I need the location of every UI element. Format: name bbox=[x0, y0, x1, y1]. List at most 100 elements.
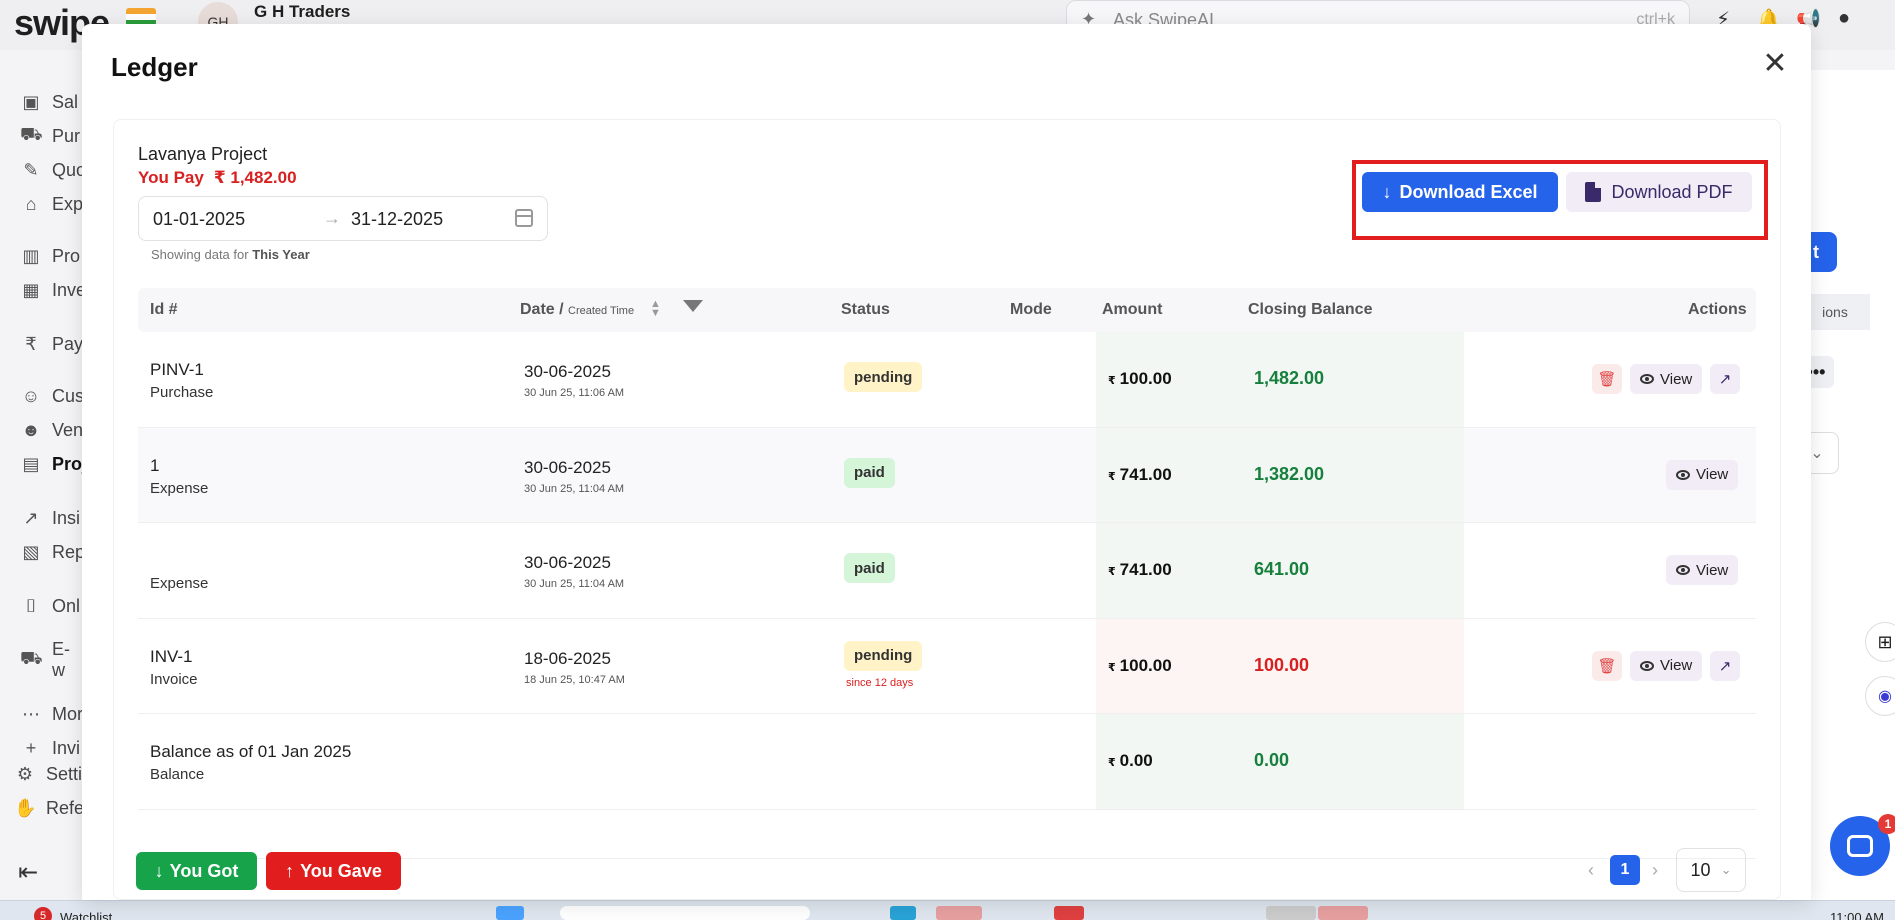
close-icon[interactable]: ✕ bbox=[1758, 46, 1792, 80]
arrow-down-icon: ↓ bbox=[154, 860, 164, 881]
date-to-input[interactable]: 31-12-2025 bbox=[351, 209, 443, 230]
row-id: Balance as of 01 Jan 2025 bbox=[150, 742, 352, 761]
you-got-button[interactable]: ↓ You Got bbox=[136, 852, 257, 890]
row-date: 30-06-2025 bbox=[524, 457, 611, 477]
status-since: since 12 days bbox=[846, 676, 914, 689]
you-pay-label: You Pay bbox=[138, 168, 204, 187]
external-link-icon[interactable]: ↗ bbox=[1710, 364, 1740, 394]
chevron-down-icon: ⌄ bbox=[1720, 862, 1732, 877]
calendar-icon[interactable] bbox=[515, 209, 533, 227]
chevron-left-icon[interactable]: ‹ bbox=[1588, 860, 1594, 881]
sidebar-item-purchase[interactable]: ⛟ Pur bbox=[20, 124, 80, 148]
sidebar-item-quotation[interactable]: ✎ Quo bbox=[20, 158, 86, 182]
taskbar-app-icon[interactable] bbox=[1266, 906, 1316, 920]
sales-icon: ▣ bbox=[22, 91, 40, 112]
sidebar-item-expense[interactable]: ⌂ Exp bbox=[20, 192, 83, 216]
you-gave-button[interactable]: ↑ You Gave bbox=[266, 852, 401, 890]
settings-icon: ⚙ bbox=[16, 763, 34, 784]
sidebar-item-payments[interactable]: ₹ Pay bbox=[20, 332, 83, 356]
taskbar-app-icon[interactable] bbox=[1054, 906, 1084, 920]
sidebar-item-reports[interactable]: ▧ Rep bbox=[20, 540, 85, 564]
sidebar-item-refer[interactable]: ✋ Refe bbox=[14, 796, 84, 820]
sidebar-item-invite[interactable]: + Invi bbox=[20, 736, 80, 760]
table-row[interactable]: PINV-1 Purchase 30-06-2025 30 Jun 25, 11… bbox=[138, 332, 1756, 428]
taskbar-app-icon[interactable] bbox=[1318, 906, 1368, 920]
refer-icon: ✋ bbox=[14, 797, 37, 818]
arrow-right-icon: → bbox=[323, 208, 341, 228]
taskbar-app-icon[interactable] bbox=[496, 906, 524, 920]
row-date: 18-06-2025 bbox=[524, 648, 611, 668]
taskbar-search-icon[interactable] bbox=[560, 906, 810, 920]
col-id: Id # bbox=[150, 301, 178, 318]
sidebar-item-eway[interactable]: ⛟ E-w bbox=[20, 639, 82, 680]
view-button[interactable]: View bbox=[1666, 459, 1739, 490]
inventory-icon: ▦ bbox=[22, 279, 40, 300]
date-from-input[interactable]: 01-01-2025 bbox=[153, 209, 245, 230]
row-amount: ₹0.00 bbox=[1108, 751, 1153, 770]
sidebar-item-online-store[interactable]: ⌷ Onl bbox=[20, 594, 80, 618]
status-badge: pending bbox=[844, 640, 923, 671]
sidebar-item-products[interactable]: ▥ Pro bbox=[20, 244, 80, 268]
background-panel bbox=[1810, 70, 1895, 900]
org-name[interactable]: G H Traders bbox=[254, 2, 350, 22]
sidebar-item-sales[interactable]: ▣ Sal bbox=[20, 90, 78, 114]
chevron-right-icon[interactable]: › bbox=[1652, 860, 1658, 881]
eye-icon bbox=[1676, 565, 1690, 575]
row-amount: ₹741.00 bbox=[1108, 560, 1172, 579]
row-id[interactable]: PINV-1 bbox=[150, 360, 204, 380]
col-closing-balance: Closing Balance bbox=[1248, 301, 1373, 318]
customers-icon: ☺ bbox=[21, 385, 41, 406]
sidebar-item-inventory[interactable]: ▦ Inve bbox=[20, 278, 86, 302]
projects-icon: ▤ bbox=[22, 453, 40, 474]
sidebar-item-more[interactable]: ⋯ Mor bbox=[20, 702, 83, 726]
row-amount: ₹741.00 bbox=[1108, 464, 1172, 484]
taskbar-app-icon[interactable] bbox=[936, 906, 982, 920]
sidebar-item-vendors[interactable]: ☻ Ven bbox=[20, 418, 84, 442]
delete-icon[interactable]: 🗑 bbox=[1592, 650, 1622, 681]
chat-badge: 1 bbox=[1878, 814, 1895, 834]
table-row[interactable]: 1 Expense 30-06-2025 30 Jun 25, 11:04 AM… bbox=[138, 427, 1756, 523]
row-created: 30 Jun 25, 11:06 AM bbox=[524, 387, 625, 399]
taskbar-app-icon[interactable] bbox=[890, 906, 916, 920]
page-number[interactable]: 1 bbox=[1610, 855, 1640, 885]
invite-icon: + bbox=[25, 737, 37, 758]
col-date[interactable]: Date / Created Time bbox=[520, 301, 634, 319]
sidebar-item-settings[interactable]: ⚙ Setti bbox=[14, 762, 82, 786]
filter-icon[interactable] bbox=[683, 300, 703, 312]
view-button[interactable]: View bbox=[1630, 650, 1703, 681]
online-store-icon: ⌷ bbox=[25, 595, 37, 616]
taskbar-watchlist[interactable]: Watchlist bbox=[60, 910, 112, 920]
col-mode: Mode bbox=[1010, 301, 1052, 318]
view-button[interactable]: View bbox=[1666, 555, 1739, 585]
account-icon[interactable]: ● bbox=[1838, 7, 1850, 30]
ledger-table: Id # Date / Created Time ▲ ▼ Status Mode … bbox=[138, 288, 1756, 810]
eway-icon: ⛟ bbox=[20, 648, 43, 668]
row-id[interactable]: INV-1 bbox=[150, 647, 193, 667]
sidebar-item-customers[interactable]: ☺ Cus bbox=[20, 384, 84, 408]
ledger-card: Lavanya Project You Pay ₹ 1,482.00 01-01-… bbox=[113, 119, 1781, 900]
row-closing-balance: 0.00 bbox=[1254, 750, 1290, 770]
table-row[interactable]: INV-1 Invoice 18-06-2025 18 Jun 25, 10:4… bbox=[138, 618, 1756, 714]
row-type: Expense bbox=[150, 479, 209, 497]
view-button[interactable]: View bbox=[1630, 364, 1703, 394]
collapse-sidebar-icon[interactable]: ⇤ bbox=[18, 858, 38, 887]
row-amount: ₹100.00 bbox=[1108, 369, 1172, 388]
table-row[interactable]: Expense 30-06-2025 30 Jun 25, 11:04 AM p… bbox=[138, 523, 1756, 619]
col-status: Status bbox=[841, 301, 890, 318]
row-id[interactable]: 1 bbox=[150, 456, 159, 476]
status-badge: pending bbox=[844, 362, 923, 392]
chat-icon bbox=[1847, 835, 1873, 857]
sidebar-item-insights[interactable]: ↗ Insi bbox=[20, 506, 80, 530]
download-pdf-button[interactable]: Download PDF bbox=[1566, 172, 1752, 212]
vendors-icon: ☻ bbox=[21, 419, 41, 440]
download-excel-button[interactable]: ↓ Download Excel bbox=[1362, 172, 1558, 212]
taskbar-badge: 5 bbox=[34, 907, 52, 920]
sidebar-item-projects[interactable]: ▤ Proj bbox=[20, 452, 87, 476]
external-link-icon[interactable]: ↗ bbox=[1710, 650, 1740, 681]
page-size-select[interactable]: 10 ⌄ bbox=[1676, 848, 1746, 892]
row-closing-balance: 1,482.00 bbox=[1254, 368, 1325, 388]
delete-icon[interactable]: 🗑 bbox=[1592, 364, 1622, 394]
sort-icon[interactable]: ▲ ▼ bbox=[650, 299, 661, 319]
row-type: Expense bbox=[150, 575, 209, 592]
date-range-picker[interactable]: 01-01-2025 → 31-12-2025 bbox=[138, 196, 548, 241]
